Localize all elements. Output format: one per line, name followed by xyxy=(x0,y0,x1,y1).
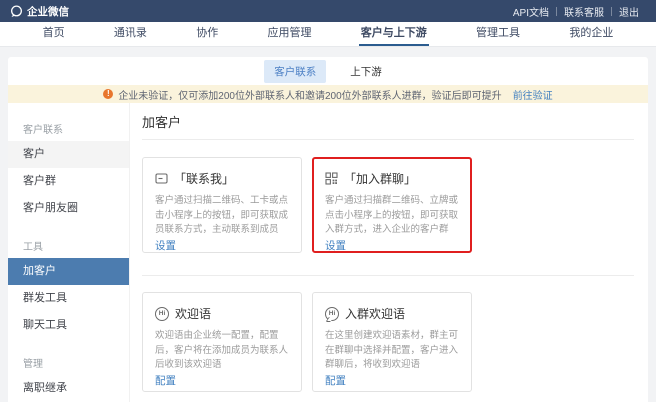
contact-card-icon xyxy=(155,172,168,185)
tab-updownstream[interactable]: 上下游 xyxy=(340,60,392,83)
cards-row-top: 「联系我」 客户通过扫描二维码、工卡或点击小程序上的按钮，即可获取成员联系方式，… xyxy=(142,157,634,253)
topbar-links: API文档 联系客服 退出 xyxy=(506,4,646,19)
warning-icon: ! xyxy=(103,89,113,99)
sidebar-item-resigned-inheritance[interactable]: 离职继承 xyxy=(8,375,129,402)
card-head: 「加入群聊」 xyxy=(325,170,459,187)
welcome-message-configure-link[interactable]: 配置 xyxy=(155,373,289,388)
cards-row-bottom: Hi 欢迎语 欢迎语由企业统一配置，配置后，客户将在添加成员为联系人后收到该欢迎… xyxy=(142,292,634,392)
card-title: 「加入群聊」 xyxy=(344,170,416,187)
sidebar-item-add-customer[interactable]: 加客户 xyxy=(8,258,129,285)
sidebar-spacer xyxy=(8,222,129,230)
sidebar-item-customers[interactable]: 客户 xyxy=(8,141,129,168)
card-description: 客户通过扫描二维码、工卡或点击小程序上的按钮，即可获取成员联系方式，主动联系到成… xyxy=(155,194,289,238)
card-title: 入群欢迎语 xyxy=(345,305,405,322)
verification-notice-text: 企业未验证，仅可添加200位外部联系人和邀请200位外部联系人进群，验证后即可提… xyxy=(118,87,501,102)
content-panel: 客户联系 上下游 ! 企业未验证，仅可添加200位外部联系人和邀请200位外部联… xyxy=(8,57,648,402)
go-verify-link[interactable]: 前往验证 xyxy=(513,87,553,102)
nav-item-home[interactable]: 首页 xyxy=(41,22,67,46)
wework-logo-icon xyxy=(10,5,23,18)
qr-code-icon xyxy=(325,172,338,185)
sidebar-group-label-customer-contact: 客户联系 xyxy=(8,113,129,141)
card-group-welcome-message: Hi 入群欢迎语 在这里创建欢迎语素材，群主可在群聊中选择并配置，客户进入群聊后… xyxy=(312,292,472,392)
join-group-chat-settings-link[interactable]: 设置 xyxy=(325,238,459,253)
card-description: 在这里创建欢迎语素材，群主可在群聊中选择并配置，客户进入群聊后，将收到欢迎语 xyxy=(325,329,459,373)
main-content: 加客户 「联系我」 客户通过扫描二维码、工卡或点击小程序上的按钮，即可获取成员联 xyxy=(130,103,648,402)
api-docs-link[interactable]: API文档 xyxy=(506,4,556,19)
contact-support-link[interactable]: 联系客服 xyxy=(557,4,611,19)
sidebar-item-customer-moments[interactable]: 客户朋友圈 xyxy=(8,195,129,222)
sidebar-spacer xyxy=(8,339,129,347)
hi-bubble-icon: Hi xyxy=(325,307,339,321)
nav-item-collaboration[interactable]: 协作 xyxy=(194,22,220,46)
tab-bar: 客户联系 上下游 xyxy=(8,57,648,85)
card-description: 客户通过扫描群二维码、立牌或点击小程序上的按钮，即可获取入群方式，进入企业的客户… xyxy=(325,194,459,238)
app-logo-text: 企业微信 xyxy=(27,4,69,19)
sidebar-item-chat-tools[interactable]: 聊天工具 xyxy=(8,312,129,339)
card-contact-me: 「联系我」 客户通过扫描二维码、工卡或点击小程序上的按钮，即可获取成员联系方式，… xyxy=(142,157,302,253)
sidebar-group-label-tools: 工具 xyxy=(8,230,129,258)
logout-link[interactable]: 退出 xyxy=(612,4,646,19)
main-nav: 首页 通讯录 协作 应用管理 客户与上下游 管理工具 我的企业 xyxy=(0,22,656,47)
tab-customer-contact[interactable]: 客户联系 xyxy=(264,60,326,83)
sidebar-item-customer-groups[interactable]: 客户群 xyxy=(8,168,129,195)
card-head: Hi 入群欢迎语 xyxy=(325,305,459,322)
group-welcome-message-configure-link[interactable]: 配置 xyxy=(325,373,459,388)
contact-me-settings-link[interactable]: 设置 xyxy=(155,238,289,253)
card-title: 「联系我」 xyxy=(174,170,234,187)
card-description: 欢迎语由企业统一配置，配置后，客户将在添加成员为联系人后收到该欢迎语 xyxy=(155,329,289,373)
nav-item-my-enterprise[interactable]: 我的企业 xyxy=(567,22,615,46)
sidebar-group-label-management: 管理 xyxy=(8,347,129,375)
sidebar: 客户联系 客户 客户群 客户朋友圈 工具 加客户 群发工具 聊天工具 管理 离职… xyxy=(8,103,130,402)
card-title: 欢迎语 xyxy=(175,305,211,322)
nav-item-admin-tools[interactable]: 管理工具 xyxy=(474,22,522,46)
sidebar-item-group-send-tools[interactable]: 群发工具 xyxy=(8,285,129,312)
card-welcome-message: Hi 欢迎语 欢迎语由企业统一配置，配置后，客户将在添加成员为联系人后收到该欢迎… xyxy=(142,292,302,392)
panel-body: 客户联系 客户 客户群 客户朋友圈 工具 加客户 群发工具 聊天工具 管理 离职… xyxy=(8,103,648,402)
card-head: 「联系我」 xyxy=(155,170,289,187)
page-title: 加客户 xyxy=(142,103,634,140)
nav-item-app-management[interactable]: 应用管理 xyxy=(265,22,313,46)
topbar: 企业微信 API文档 联系客服 退出 xyxy=(0,0,656,22)
app-logo: 企业微信 xyxy=(10,4,69,19)
section-divider xyxy=(142,275,634,276)
card-head: Hi 欢迎语 xyxy=(155,305,289,322)
nav-item-contacts[interactable]: 通讯录 xyxy=(112,22,149,46)
verification-notice-bar: ! 企业未验证，仅可添加200位外部联系人和邀请200位外部联系人进群，验证后即… xyxy=(8,85,648,103)
page-background-strip xyxy=(0,47,656,57)
nav-item-customers-updownstream[interactable]: 客户与上下游 xyxy=(359,22,429,46)
card-join-group-chat: 「加入群聊」 客户通过扫描群二维码、立牌或点击小程序上的按钮，即可获取入群方式，… xyxy=(312,157,472,253)
hi-circle-icon: Hi xyxy=(155,307,169,321)
